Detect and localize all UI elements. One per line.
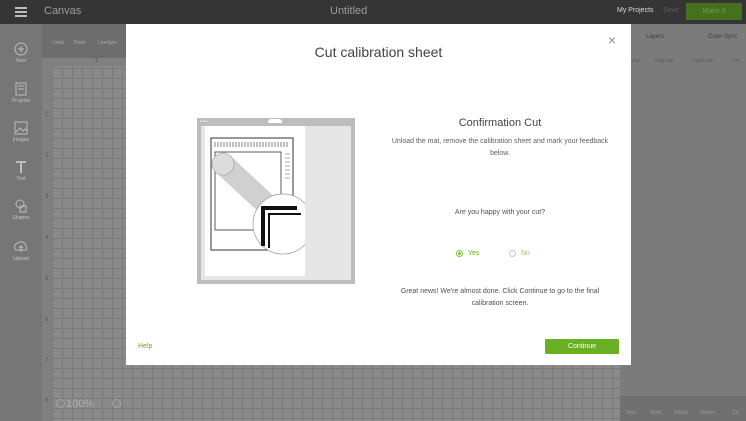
great-news-message: Great news! We're almost done. Click Con… — [400, 288, 600, 307]
zoom-in-button[interactable] — [112, 399, 121, 408]
delete-button[interactable]: Del — [732, 58, 740, 64]
redo-button[interactable]: Redo — [74, 40, 86, 46]
mat-handle — [268, 119, 282, 123]
ungroup-button[interactable]: Ungroup — [654, 58, 673, 64]
attach-button[interactable]: Attach — [674, 410, 688, 416]
dialog-title: Cut calibration sheet — [314, 44, 443, 60]
images-icon — [14, 121, 28, 135]
calibration-mat-illustration: Cricut — [197, 118, 355, 284]
radio-yes-label: Yes — [468, 250, 480, 257]
sidebar-label-text: Text — [16, 176, 26, 182]
calibration-dialog: × Cut calibration sheet Cricut Confirmat… — [126, 24, 631, 365]
sidebar-item-text[interactable]: Text — [0, 160, 42, 182]
plus-circle-icon — [14, 42, 28, 56]
sidebar-item-new[interactable]: New — [0, 42, 42, 64]
flatten-button[interactable]: Flatten — [700, 410, 715, 416]
ruler-left-label: 3 — [45, 194, 49, 200]
undo-button[interactable]: Undo — [52, 40, 64, 46]
ruler-left-label: 2 — [45, 153, 49, 159]
ruler-left: 1 2 3 4 5 6 7 8 — [42, 58, 52, 421]
radio-no-label: No — [521, 250, 530, 257]
sidebar-label-upload: Upload — [13, 256, 29, 262]
linetype-dropdown[interactable]: Linetype — [98, 40, 117, 46]
hamburger-menu-icon[interactable] — [15, 7, 27, 17]
sidebar-label-new: New — [15, 58, 26, 64]
ruler-left-label: 1 — [45, 112, 49, 118]
confirmation-cut-heading: Confirmation Cut — [458, 117, 542, 129]
sidebar-item-projects[interactable]: Projects — [0, 82, 42, 104]
layers-panel: Layers Color Sync Group Ungroup Duplicat… — [620, 24, 746, 421]
slice-button[interactable]: Slice — [626, 410, 637, 416]
left-sidebar: New Projects Images Text Shapes Upload — [0, 24, 42, 421]
zoom-level: 100% — [66, 398, 95, 410]
tab-color-sync[interactable]: Color Sync — [708, 34, 737, 40]
duplicate-button[interactable]: Duplicate — [692, 58, 713, 64]
feedback-question: Are you happy with your cut? — [454, 209, 546, 216]
contour-button[interactable]: Co — [732, 410, 738, 416]
panel-tabs: Layers Color Sync — [620, 32, 746, 44]
radio-no[interactable]: No — [509, 250, 530, 257]
ruler-left-label: 8 — [45, 398, 49, 404]
make-it-button[interactable]: Make It — [686, 3, 742, 20]
weld-button[interactable]: Weld — [650, 410, 661, 416]
projects-icon — [15, 82, 27, 96]
upload-icon — [14, 241, 28, 252]
top-bar: Canvas Untitled My Projects Save Make It — [0, 0, 746, 24]
ruler-left-label: 5 — [45, 276, 49, 282]
tab-layers[interactable]: Layers — [646, 34, 664, 40]
document-title: Untitled — [330, 5, 368, 17]
layer-actions-bar: Slice Weld Attach Flatten Co — [620, 396, 746, 421]
sidebar-label-images: Images — [12, 137, 30, 143]
sidebar-label-shapes: Shapes — [12, 215, 30, 221]
sidebar-item-shapes[interactable]: Shapes — [0, 199, 42, 221]
continue-button[interactable]: Continue — [545, 339, 619, 354]
calibration-sheet — [205, 126, 314, 276]
calibration-print-graphic — [210, 137, 314, 255]
radio-selected-icon — [456, 250, 463, 257]
text-icon — [16, 161, 26, 173]
zoom-out-button[interactable] — [56, 399, 65, 408]
ruler-top-label: 1 — [95, 58, 99, 64]
sidebar-item-images[interactable]: Images — [0, 121, 42, 143]
cricut-logo: Cricut — [200, 119, 208, 123]
app-title: Canvas — [44, 5, 82, 17]
shapes-icon — [15, 199, 27, 213]
ruler-left-label: 7 — [45, 358, 49, 364]
ruler-left-label: 4 — [45, 235, 49, 241]
ruler-left-label: 6 — [45, 317, 49, 323]
mat-surface — [201, 126, 351, 280]
save-button[interactable]: Save — [663, 7, 679, 14]
sidebar-item-upload[interactable]: Upload — [0, 240, 42, 262]
radio-unselected-icon — [509, 250, 516, 257]
radio-yes[interactable]: Yes — [456, 250, 479, 257]
sidebar-label-projects: Projects — [11, 98, 31, 104]
layer-tools: Group Ungroup Duplicate Del — [620, 46, 746, 68]
instructions-text: Unload the mat, remove the calibration s… — [391, 138, 609, 157]
help-link[interactable]: Help — [138, 343, 152, 350]
my-projects-link[interactable]: My Projects — [617, 7, 654, 14]
